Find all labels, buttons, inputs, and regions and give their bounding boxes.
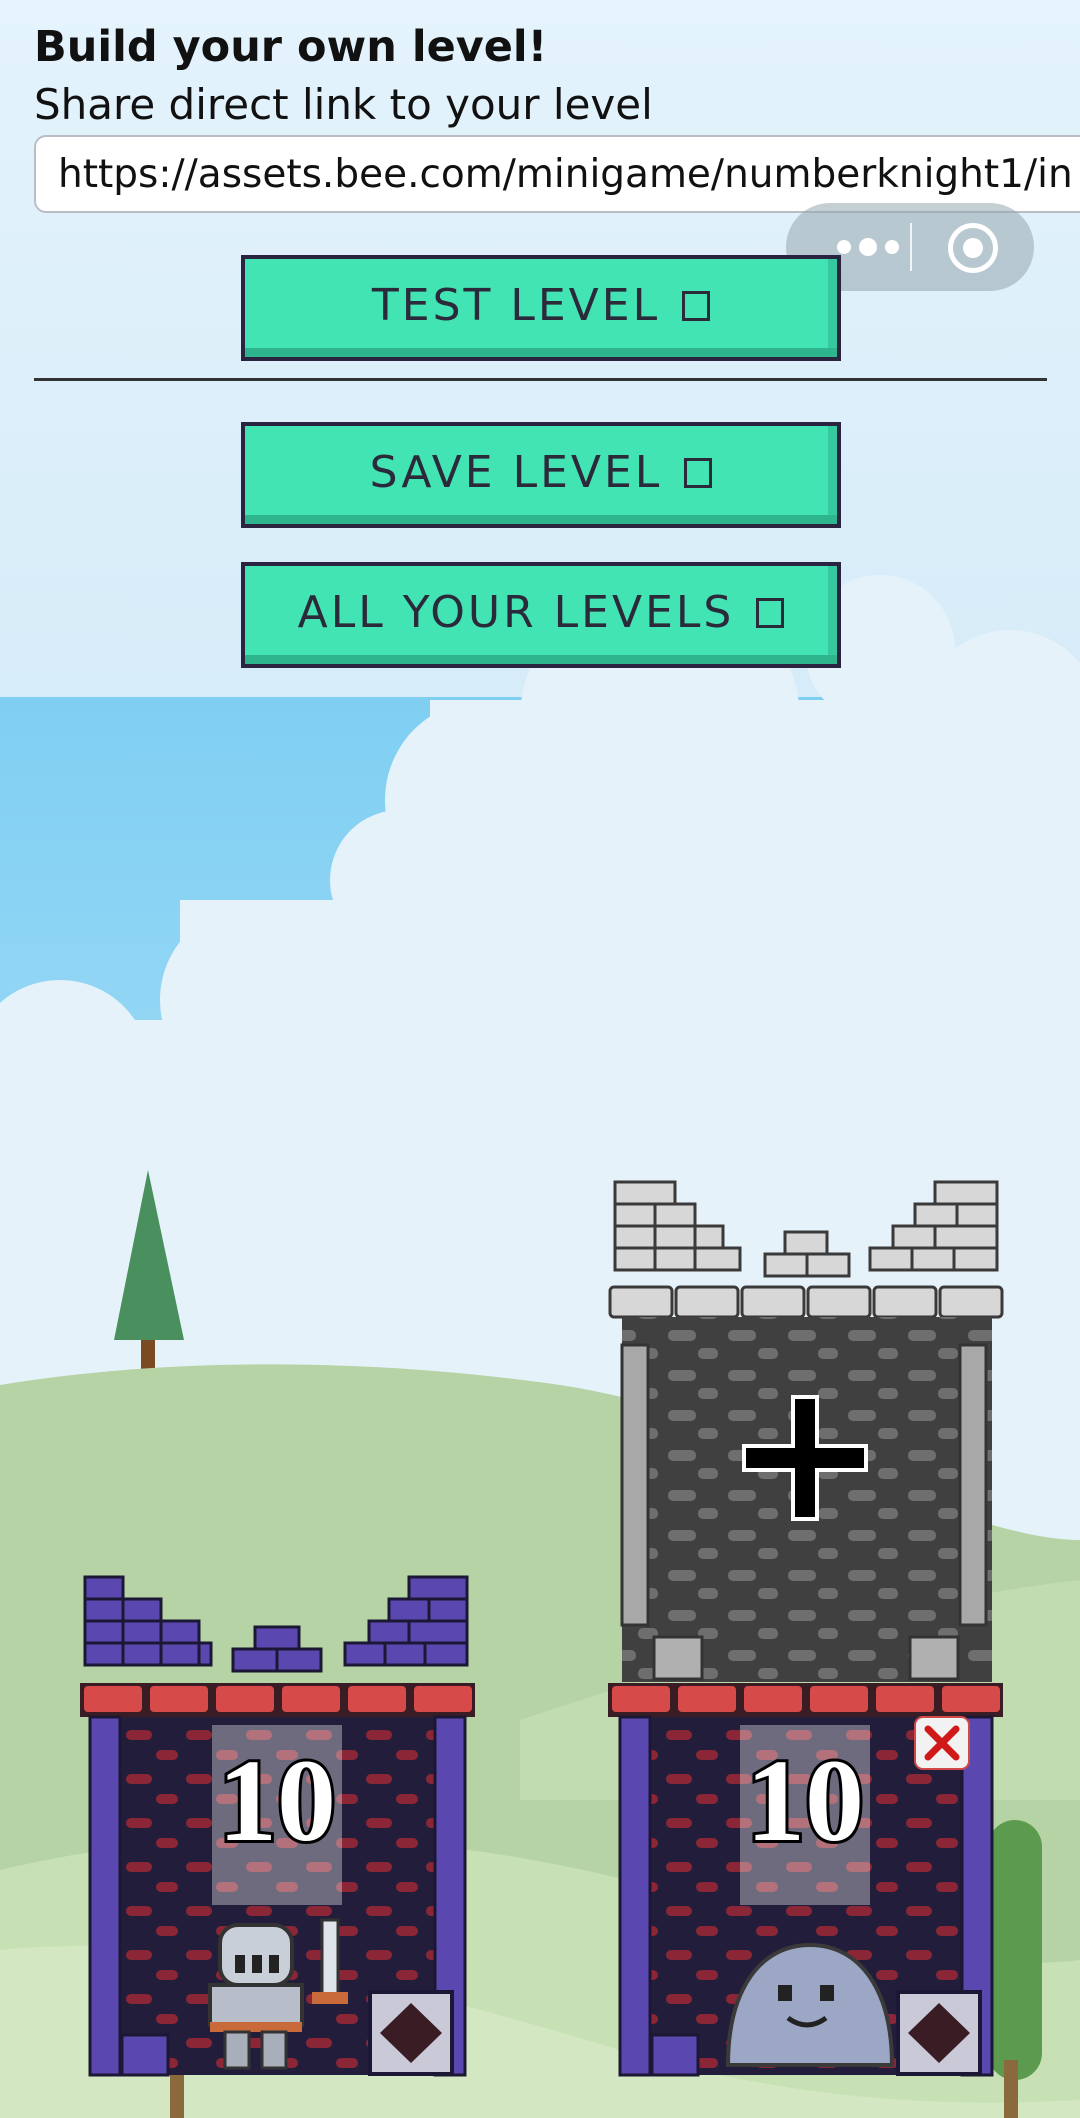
test-level-button[interactable]: TEST LEVEL (241, 255, 841, 361)
close-target-icon[interactable] (948, 223, 998, 273)
left-tower-pillar-left (88, 1715, 122, 2077)
all-levels-box-icon (756, 597, 785, 628)
knight-power: 10 (218, 1735, 336, 1866)
right-tower-ledge (608, 1683, 1003, 1717)
share-link-field[interactable] (34, 135, 1080, 213)
left-tower-ledge (80, 1683, 475, 1717)
stump (170, 2070, 184, 2118)
left-tower[interactable]: 10 (80, 1575, 475, 2077)
share-link-label: Share direct link to your level (34, 80, 653, 129)
all-levels-button[interactable]: ALL YOUR LEVELS (241, 562, 841, 668)
right-diamond-icon[interactable] (896, 1990, 982, 2076)
page-title: Build your own level! (34, 22, 548, 72)
all-levels-label: ALL YOUR LEVELS (297, 587, 735, 638)
remove-x-icon[interactable] (914, 1716, 970, 1770)
left-diamond-icon[interactable] (368, 1990, 454, 2076)
test-level-box-icon (682, 290, 711, 321)
save-level-box-icon (684, 457, 713, 488)
save-level-label: SAVE LEVEL (369, 447, 663, 498)
save-level-button[interactable]: SAVE LEVEL (241, 422, 841, 528)
slime-power: 10 (746, 1735, 864, 1866)
divider-line (34, 378, 1047, 381)
capsule-divider (910, 223, 912, 271)
test-level-label: TEST LEVEL (371, 280, 661, 331)
